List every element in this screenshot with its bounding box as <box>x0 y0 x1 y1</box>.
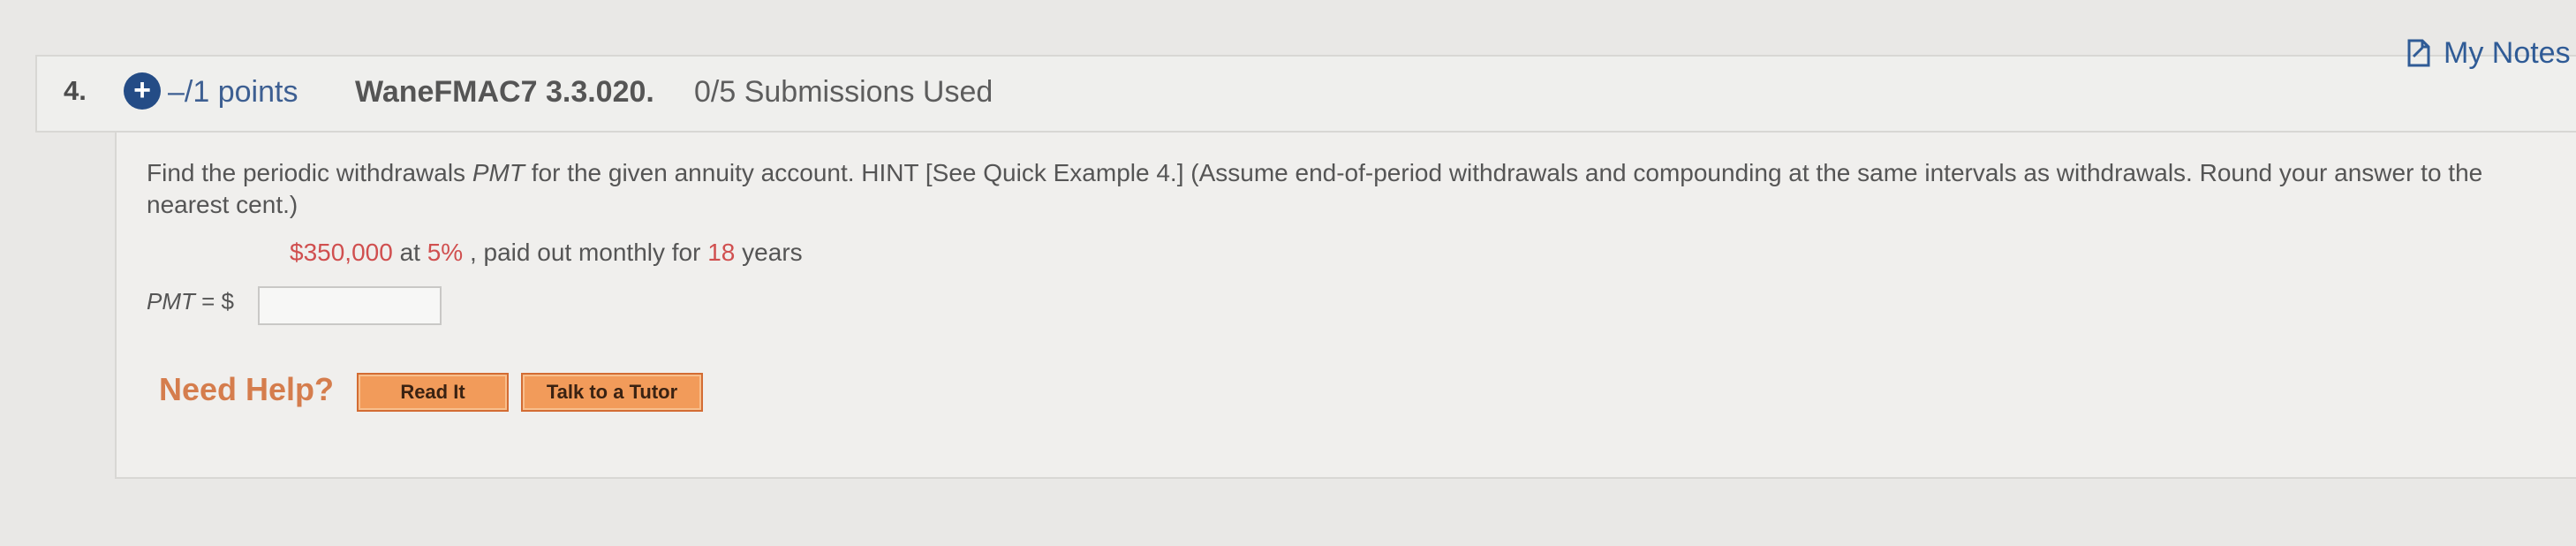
pmt-label-term: PMT <box>147 288 195 315</box>
pmt-answer-label: PMT = $ <box>147 288 234 315</box>
question-prompt: Find the periodic withdrawals PMT for th… <box>147 157 2566 221</box>
talk-to-tutor-button[interactable]: Talk to a Tutor <box>521 373 703 412</box>
given-values: $350,000 at 5% , paid out monthly for 18… <box>290 239 803 267</box>
assignment-id: WaneFMAC7 3.3.020. <box>355 75 654 109</box>
prompt-text-start: Find the periodic withdrawals <box>147 159 472 186</box>
my-notes-link[interactable]: My Notes <box>2406 34 2571 72</box>
notes-icon <box>2407 39 2430 67</box>
years-text: years <box>742 239 803 266</box>
interest-rate: 5% <box>427 239 464 266</box>
pmt-answer-input[interactable] <box>258 286 442 325</box>
read-it-button[interactable]: Read It <box>357 373 509 412</box>
paid-out-text: , paid out monthly for <box>469 239 708 266</box>
expand-plus-icon[interactable]: + <box>124 72 161 110</box>
question-header: 4. + –/1 points WaneFMAC7 3.3.020. 0/5 S… <box>35 55 2576 133</box>
need-help-label: Need Help? <box>159 371 335 407</box>
points-label: –/1 points <box>168 75 298 109</box>
principal-value: $350,000 <box>290 239 393 266</box>
pmt-equals-dollar: = $ <box>194 288 234 315</box>
years-value: 18 <box>707 239 736 266</box>
pmt-term: PMT <box>472 159 525 186</box>
my-notes-label: My Notes <box>2444 35 2571 70</box>
question-number: 4. <box>64 75 87 106</box>
at-text: at <box>399 239 427 266</box>
question-content: Find the periodic withdrawals PMT for th… <box>115 133 2576 479</box>
submissions-used: 0/5 Submissions Used <box>694 75 993 109</box>
